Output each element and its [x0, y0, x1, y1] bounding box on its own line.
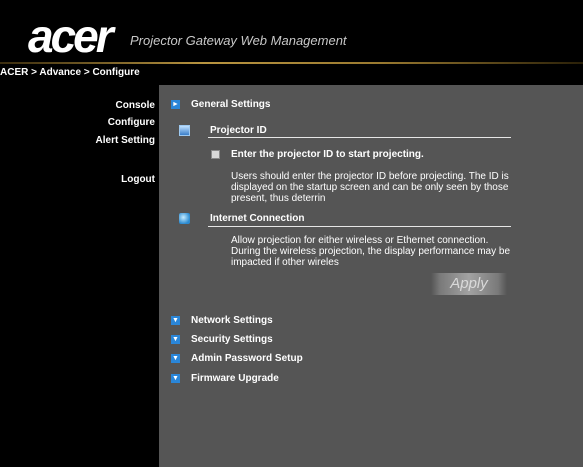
internet-connection-title: Internet Connection: [210, 213, 305, 224]
sidebar-item-logout[interactable]: Logout: [121, 174, 155, 185]
arrow-down-icon[interactable]: ▼: [171, 354, 180, 363]
sidebar-item-configure[interactable]: Configure: [108, 117, 155, 128]
section-admin-password-setup[interactable]: Admin Password Setup: [191, 353, 303, 364]
sidebar: Console Configure Alert Setting Logout: [0, 85, 159, 467]
projector-id-icon: [179, 125, 190, 136]
projector-id-checkbox-label: Enter the projector ID to start projecti…: [231, 149, 424, 160]
apply-button[interactable]: Apply: [431, 273, 507, 295]
product-title: Projector Gateway Web Management: [130, 33, 347, 48]
sidebar-item-console[interactable]: Console: [116, 100, 155, 111]
section-security-settings[interactable]: Security Settings: [191, 334, 273, 345]
projector-id-description: Users should enter the projector ID befo…: [231, 171, 509, 204]
projector-id-checkbox[interactable]: [211, 150, 220, 159]
acer-logo: acer: [28, 10, 114, 62]
section-general-settings[interactable]: General Settings: [191, 99, 270, 110]
main-content: ► General Settings Projector ID Enter th…: [159, 85, 583, 467]
header-divider: [0, 62, 583, 64]
header-banner: acer Projector Gateway Web Management: [0, 0, 583, 65]
arrow-right-icon[interactable]: ►: [171, 100, 180, 109]
arrow-down-icon[interactable]: ▼: [171, 374, 180, 383]
section-firmware-upgrade[interactable]: Firmware Upgrade: [191, 373, 279, 384]
section-network-settings[interactable]: Network Settings: [191, 315, 273, 326]
network-icon: [179, 213, 190, 224]
sidebar-item-alert-setting[interactable]: Alert Setting: [96, 135, 155, 146]
internet-connection-divider: [208, 226, 511, 227]
breadcrumb: ACER > Advance > Configure: [0, 67, 140, 78]
projector-id-divider: [208, 137, 511, 138]
internet-connection-description: Allow projection for either wireless or …: [231, 235, 511, 268]
arrow-down-icon[interactable]: ▼: [171, 316, 180, 325]
arrow-down-icon[interactable]: ▼: [171, 335, 180, 344]
projector-id-title: Projector ID: [210, 125, 267, 136]
